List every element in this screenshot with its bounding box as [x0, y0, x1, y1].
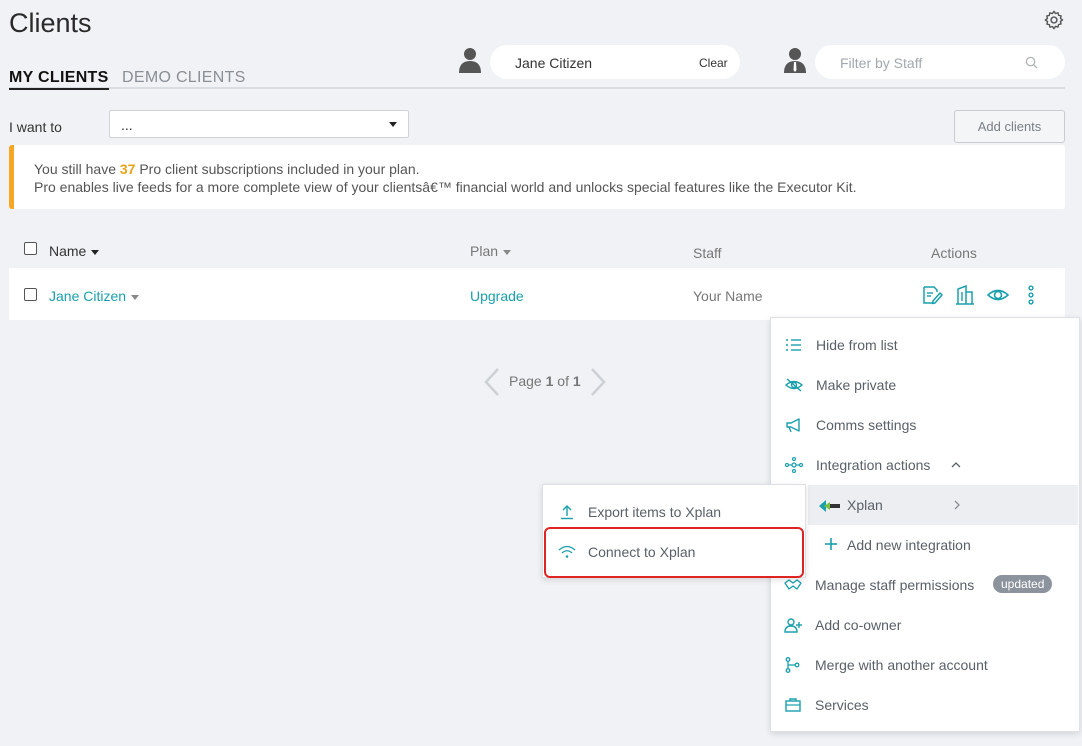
upload-icon — [561, 505, 573, 520]
plan-column-header[interactable]: Plan — [470, 243, 512, 259]
total-pages: 1 — [572, 373, 581, 389]
page-middle: of — [553, 373, 573, 389]
more-vertical-icon[interactable] — [1020, 284, 1042, 306]
chevron-down-icon — [131, 294, 140, 300]
menu-item-label: Xplan — [847, 497, 883, 513]
sort-down-icon — [91, 249, 100, 255]
menu-item-label: Export items to Xplan — [588, 504, 722, 520]
table-row — [9, 268, 1065, 320]
search-icon[interactable] — [1025, 56, 1038, 69]
menu-item-integration-actions[interactable]: Integration actions — [771, 445, 1079, 485]
chevron-right-icon[interactable] — [588, 367, 608, 397]
megaphone-icon — [786, 418, 800, 433]
menu-item-label: Merge with another account — [815, 657, 988, 673]
network-icon — [785, 457, 803, 473]
chevron-down-icon — [389, 122, 397, 127]
client-name-link[interactable]: Jane Citizen — [49, 288, 140, 304]
menu-item-label: Hide from list — [816, 337, 898, 353]
client-filter-value: Jane Citizen — [515, 55, 593, 71]
menu-item-comms-settings[interactable]: Comms settings — [771, 405, 1079, 445]
menu-item-label: Services — [815, 697, 869, 713]
menu-item-label: Manage staff permissions — [815, 577, 975, 593]
banner-line-2: Pro enables live feeds for a more comple… — [34, 179, 857, 195]
edit-document-icon[interactable] — [921, 284, 943, 306]
pro-subscription-banner: You still have 37 Pro client subscriptio… — [9, 145, 1065, 209]
plan-header-label: Plan — [470, 243, 499, 259]
upgrade-link[interactable]: Upgrade — [470, 288, 524, 304]
client-name: Jane Citizen — [49, 288, 127, 304]
page-indicator: Page 1 of 1 — [509, 373, 581, 389]
menu-item-label: Integration actions — [816, 457, 931, 473]
eye-icon[interactable] — [987, 284, 1009, 306]
menu-lower-section: Add new integration Manage staff permiss… — [770, 525, 1080, 732]
clear-button[interactable]: Clear — [699, 56, 728, 70]
banner-line-1-suffix: Pro client subscriptions included in you… — [135, 161, 420, 177]
eye-slash-icon — [785, 378, 803, 392]
banner-line-1-prefix: You still have — [34, 161, 120, 177]
sort-down-icon — [503, 249, 512, 255]
person-icon — [459, 48, 481, 73]
add-clients-button[interactable]: Add clients — [954, 110, 1065, 143]
menu-item-label: Comms settings — [816, 417, 917, 433]
building-icon[interactable] — [954, 284, 976, 306]
menu-item-export-to-xplan[interactable]: Export items to Xplan — [543, 492, 805, 532]
menu-item-label: Add new integration — [847, 537, 971, 553]
menu-item-merge-account[interactable]: Merge with another account — [770, 645, 1078, 685]
page-prefix: Page — [509, 373, 546, 389]
menu-item-add-new-integration[interactable]: Add new integration — [770, 525, 1078, 565]
list-icon — [786, 339, 801, 351]
i-want-to-label: I want to — [9, 119, 62, 135]
briefcase-icon — [785, 698, 801, 712]
menu-item-hide-from-list[interactable]: Hide from list — [771, 325, 1079, 365]
chevron-right-icon — [954, 500, 960, 510]
name-column-header[interactable]: Name — [49, 243, 100, 259]
staff-filter-input[interactable]: Filter by Staff — [815, 45, 1065, 79]
staff-name: Your Name — [693, 288, 763, 304]
menu-item-xplan[interactable]: Xplan — [808, 485, 1078, 525]
tab-demo-clients[interactable]: DEMO CLIENTS — [122, 69, 246, 87]
row-checkbox[interactable] — [24, 288, 37, 301]
user-plus-icon — [784, 618, 802, 633]
staff-column-header: Staff — [693, 245, 722, 261]
name-header-label: Name — [49, 243, 87, 259]
staff-person-icon — [784, 48, 806, 73]
merge-icon — [785, 657, 800, 673]
xplan-logo-icon — [819, 500, 840, 512]
chevron-up-icon — [951, 462, 961, 468]
menu-item-services[interactable]: Services — [770, 685, 1078, 725]
client-filter[interactable]: Jane Citizen Clear — [490, 45, 740, 79]
i-want-to-select[interactable]: ... — [109, 110, 409, 138]
i-want-to-value: ... — [121, 117, 133, 133]
menu-item-make-private[interactable]: Make private — [771, 365, 1079, 405]
banner-line-1: You still have 37 Pro client subscriptio… — [34, 161, 420, 177]
page-title: Clients — [9, 8, 92, 38]
chevron-left-icon[interactable] — [482, 367, 502, 397]
plus-icon — [825, 538, 837, 550]
handshake-icon — [784, 579, 802, 590]
connect-to-xplan-highlight — [544, 527, 804, 578]
menu-item-label: Add co-owner — [815, 617, 902, 633]
menu-item-manage-staff-permissions[interactable]: Manage staff permissions updated — [770, 565, 1078, 605]
menu-item-add-co-owner[interactable]: Add co-owner — [770, 605, 1078, 645]
select-all-checkbox[interactable] — [24, 242, 37, 255]
gear-icon[interactable] — [1043, 9, 1065, 31]
menu-item-label: Make private — [816, 377, 897, 393]
actions-column-header: Actions — [931, 245, 977, 261]
pagination: Page 1 of 1 — [482, 367, 612, 397]
subscription-count: 37 — [119, 161, 136, 177]
updated-badge: updated — [993, 575, 1053, 593]
tab-my-clients[interactable]: MY CLIENTS — [9, 69, 109, 90]
staff-filter-placeholder: Filter by Staff — [840, 55, 923, 71]
